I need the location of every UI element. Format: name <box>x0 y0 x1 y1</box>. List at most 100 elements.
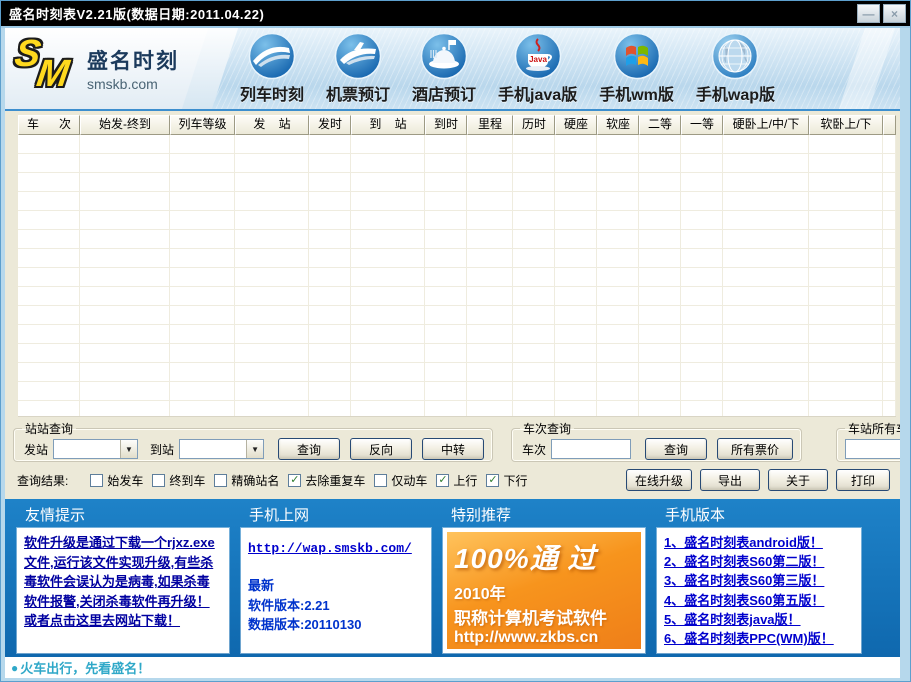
station-search-button[interactable]: 查询 <box>278 438 340 460</box>
checkbox-origin-train[interactable]: 始发车 <box>90 472 143 489</box>
version-link-s60v5[interactable]: 4、盛名时刻表S60第五版！ <box>664 591 854 610</box>
java-icon-text: Java <box>529 55 547 64</box>
version-link-android[interactable]: 1、盛名时刻表android版！ <box>664 533 854 552</box>
version-link-ppc-wm[interactable]: 6、盛名时刻表PPC(WM)版！ <box>664 629 854 648</box>
checkbox-remove-duplicates[interactable]: ✓ 去除重复车 <box>288 472 365 489</box>
to-station-label: 到站 <box>150 441 174 458</box>
checkbox-icon: ✓ <box>486 474 499 487</box>
col-header-train-class[interactable]: 列车等级 <box>170 115 235 135</box>
checkbox-label: 仅动车 <box>391 472 427 489</box>
from-station-combobox[interactable]: ▼ <box>53 439 138 459</box>
about-button[interactable]: 关于 <box>768 469 828 491</box>
all-prices-button[interactable]: 所有票价 <box>717 438 793 460</box>
plane-icon <box>334 32 382 80</box>
col-header-soft-seat[interactable]: 软座 <box>597 115 639 135</box>
transfer-button[interactable]: 中转 <box>422 438 484 460</box>
minimize-button[interactable]: — <box>857 4 880 23</box>
window-title: 盛名时刻表V2.21版(数据日期:2011.04.22) <box>9 4 854 23</box>
panel-mobile-versions: 手机版本 1、盛名时刻表android版！ 2、盛名时刻表S60第二版！ 3、盛… <box>657 500 861 662</box>
col-header-dep-time[interactable]: 发时 <box>309 115 351 135</box>
wap-site-link[interactable]: http://wap.smskb.com/ <box>248 541 412 556</box>
checkbox-downbound[interactable]: ✓ 下行 <box>486 472 527 489</box>
station-all-combobox[interactable]: ▼ <box>845 439 900 459</box>
status-bar: ● 火车出行，先看盛名！ <box>5 657 900 678</box>
action-buttons: 在线升级 导出 关于 打印 <box>626 469 890 491</box>
toolbar-mobile-wap[interactable]: 手机wap版 <box>691 32 780 105</box>
panel-tips-title: 友情提示 <box>17 500 229 528</box>
col-header-train-no[interactable]: 车 次 <box>18 115 80 135</box>
ad-line-1: 100%通 过 <box>454 537 634 577</box>
checkbox-upbound[interactable]: ✓ 上行 <box>436 472 477 489</box>
checkbox-terminal-train[interactable]: 终到车 <box>152 472 205 489</box>
latest-label: 最新 <box>248 576 424 596</box>
query-row: 站站查询 发站 ▼ 到站 ▼ 查询 反向 中转 车次查 <box>13 420 894 462</box>
col-header-hard-sleeper[interactable]: 硬卧上/中/下 <box>723 115 809 135</box>
ad-line-2: 2010年 <box>454 580 634 604</box>
version-link-s60v3[interactable]: 3、盛名时刻表S60第三版！ <box>664 571 854 590</box>
client-area: 车 次 始发-终到 列车等级 发 站 发时 到 站 到时 里程 历时 硬座 软座… <box>5 109 900 678</box>
reverse-button[interactable]: 反向 <box>350 438 412 460</box>
checkbox-label: 终到车 <box>169 472 205 489</box>
print-button[interactable]: 打印 <box>836 469 890 491</box>
table-column <box>309 135 351 416</box>
version-link-s60v2[interactable]: 2、盛名时刻表S60第二版！ <box>664 552 854 571</box>
sm-logo-icon: S M <box>13 37 87 101</box>
toolbar-label: 机票预订 <box>326 81 390 105</box>
toolbar-label: 手机java版 <box>498 81 577 105</box>
java-icon: Java <box>514 32 562 80</box>
col-header-duration[interactable]: 历时 <box>513 115 555 135</box>
train-no-input[interactable] <box>551 439 631 459</box>
toolbar-diagonal-decoration <box>838 28 897 109</box>
toolbar-train-times[interactable]: 列车时刻 <box>235 32 309 105</box>
table-column <box>681 135 723 416</box>
station-all-trains-title: 车站所有车次查询 <box>845 420 900 437</box>
table-column <box>351 135 425 416</box>
table-column <box>809 135 883 416</box>
to-station-value <box>180 440 246 458</box>
checkbox-icon <box>214 474 227 487</box>
table-column <box>235 135 309 416</box>
version-link-java[interactable]: 5、盛名时刻表java版！ <box>664 610 854 629</box>
table-column <box>597 135 639 416</box>
title-bar: 盛名时刻表V2.21版(数据日期:2011.04.22) — × <box>1 1 910 28</box>
promo-area: 友情提示 软件升级是通过下载一个rjxz.exe文件,运行该文件实现升级,有些杀… <box>5 499 900 657</box>
checkbox-label: 精确站名 <box>231 472 279 489</box>
station-query-group: 站站查询 发站 ▼ 到站 ▼ 查询 反向 中转 <box>13 420 493 462</box>
col-header-first-class[interactable]: 一等 <box>681 115 723 135</box>
train-search-button[interactable]: 查询 <box>645 438 707 460</box>
online-upgrade-button[interactable]: 在线升级 <box>626 469 692 491</box>
checkbox-label: 始发车 <box>107 472 143 489</box>
col-header-soft-sleeper[interactable]: 软卧上/下 <box>809 115 883 135</box>
table-column <box>555 135 597 416</box>
checkbox-bullet-only[interactable]: 仅动车 <box>374 472 427 489</box>
toolbar-hotel-booking[interactable]: 酒店预订 <box>407 32 481 105</box>
toolbar-mobile-java[interactable]: Java 手机java版 <box>493 32 582 105</box>
train-table-body[interactable] <box>18 135 896 417</box>
checkbox-exact-station[interactable]: 精确站名 <box>214 472 279 489</box>
col-header-arr-time[interactable]: 到时 <box>425 115 467 135</box>
station-all-trains-group: 车站所有车次查询 ▼ 查询 <box>836 420 900 462</box>
export-button[interactable]: 导出 <box>700 469 760 491</box>
chevron-down-icon: ▼ <box>246 440 263 458</box>
ad-banner[interactable]: 100%通 过 2010年 职称计算机考试软件 http://www.zkbs.… <box>447 532 641 649</box>
app-header: S M 盛名时刻 smskb.com 列车时刻 <box>5 28 900 109</box>
toolbar-flight-booking[interactable]: 机票预订 <box>321 32 395 105</box>
col-header-dep-station[interactable]: 发 站 <box>235 115 309 135</box>
checkbox-label: 去除重复车 <box>305 472 365 489</box>
checkbox-label: 上行 <box>453 472 477 489</box>
ad-line-3: 职称计算机考试软件 <box>454 604 634 629</box>
table-header-row: 车 次 始发-终到 列车等级 发 站 发时 到 站 到时 里程 历时 硬座 软座… <box>18 115 896 135</box>
upgrade-tip-link[interactable]: 软件升级是通过下载一个rjxz.exe文件,运行该文件实现升级,有些杀毒软件会误… <box>24 535 215 628</box>
toolbar-mobile-wm[interactable]: 手机wm版 <box>594 32 679 105</box>
col-header-distance[interactable]: 里程 <box>467 115 513 135</box>
col-header-second-class[interactable]: 二等 <box>639 115 681 135</box>
train-table: 车 次 始发-终到 列车等级 发 站 发时 到 站 到时 里程 历时 硬座 软座… <box>18 115 896 417</box>
main-toolbar: 列车时刻 机票预订 <box>209 28 900 109</box>
close-button[interactable]: × <box>883 4 906 23</box>
to-station-combobox[interactable]: ▼ <box>179 439 264 459</box>
station-query-title: 站站查询 <box>22 420 76 437</box>
col-header-origin-dest[interactable]: 始发-终到 <box>80 115 170 135</box>
checkbox-icon <box>374 474 387 487</box>
col-header-hard-seat[interactable]: 硬座 <box>555 115 597 135</box>
col-header-arr-station[interactable]: 到 站 <box>351 115 425 135</box>
